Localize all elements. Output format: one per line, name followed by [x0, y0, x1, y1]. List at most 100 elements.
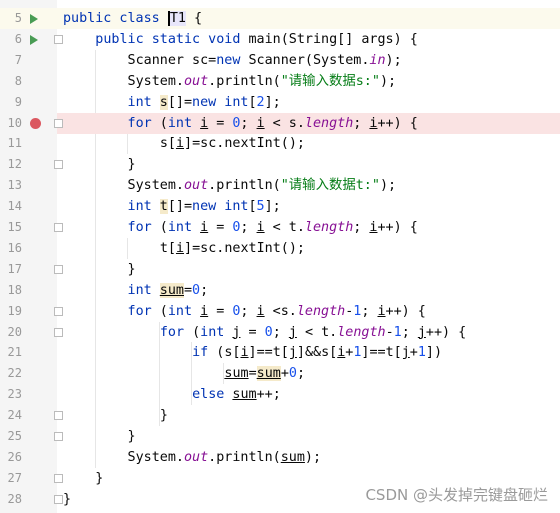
code-token: (	[192, 324, 201, 340]
code-token: t	[159, 199, 168, 215]
code-line[interactable]: 24}	[0, 405, 560, 426]
fold-icon[interactable]	[54, 432, 63, 441]
line-number: 17	[7, 261, 22, 276]
code-line[interactable]: 10 for (int i = 0; i < s.length; i++) {	[0, 112, 560, 134]
code-token: }	[127, 429, 136, 444]
code-token: System.	[127, 449, 184, 465]
fold-icon[interactable]	[54, 327, 63, 337]
code-text: for (int i = 0; i < s.length; i++) {	[128, 113, 418, 134]
code-editor[interactable]: 5 public class T1 {6 public static void ma…	[0, 0, 560, 513]
fold-icon[interactable]	[54, 264, 63, 274]
code-token: {	[185, 11, 203, 26]
code-line[interactable]: 23 else sum++;	[0, 384, 560, 405]
fold-icon[interactable]	[54, 473, 63, 483]
code-token: System.	[127, 178, 184, 194]
line-number: 19	[7, 303, 22, 318]
code-line[interactable]: 21 if (s[i]==t[j]&&s[i+1]==t[j+1])	[0, 342, 560, 363]
code-token: }	[63, 491, 72, 507]
code-line[interactable]: 12}	[0, 154, 560, 175]
code-line[interactable]: 20 for (int j = 0; j < t.length-1; j++) {	[0, 322, 560, 343]
code-token: "请输入数据s:"	[280, 73, 380, 89]
code-token: ++;	[256, 387, 281, 403]
code-token: +	[280, 366, 289, 382]
code-line[interactable]: 8 System.out.println("请输入数据s:");	[0, 71, 560, 92]
code-text: }	[95, 468, 103, 489]
code-token: .println(	[208, 73, 281, 89]
code-line[interactable]: 17}	[0, 259, 560, 280]
breakpoint-icon[interactable]	[30, 117, 41, 129]
run-icon[interactable]	[30, 34, 38, 45]
code-token: out	[183, 449, 209, 465]
code-token: );	[379, 73, 397, 89]
code-token: int	[167, 303, 201, 319]
code-token: .println(	[208, 449, 281, 465]
code-line[interactable]: 5 public class T1 {	[0, 8, 560, 29]
code-line[interactable]: 6 public static void main(String[] args) …	[0, 29, 560, 50]
code-token: s	[159, 94, 168, 110]
line-number: 27	[7, 470, 22, 485]
code-token: int	[127, 282, 160, 298]
line-number: 14	[7, 199, 22, 214]
code-token: =	[208, 220, 233, 235]
code-line[interactable]: 11 s[i]=sc.nextInt();	[0, 133, 560, 154]
code-line[interactable]: 19 for (int i = 0; i <s.length-1; i++) {	[0, 301, 560, 322]
code-token: ;	[240, 220, 257, 235]
code-line[interactable]: 15 for (int i = 0; i < t.length; i++) {	[0, 217, 560, 238]
code-line[interactable]: 18 int sum=0;	[0, 280, 560, 301]
code-line[interactable]: 7 Scanner sc=new Scanner(System.in);	[0, 50, 560, 71]
code-token: for	[127, 303, 160, 319]
code-line[interactable]: 26 System.out.println(sum);	[0, 447, 560, 468]
code-line[interactable]: 25}	[0, 426, 560, 447]
code-token: in	[369, 52, 386, 68]
code-token: int	[127, 94, 160, 110]
code-token: Scanner(System.	[240, 52, 370, 68]
code-text: for (int i = 0; i <s.length-1; i++) {	[128, 301, 426, 322]
code-line[interactable]: 13 System.out.println("请输入数据t:");	[0, 175, 560, 196]
fold-icon[interactable]	[54, 223, 63, 232]
code-text: for (int j = 0; j < t.length-1; j++) {	[160, 322, 466, 343]
code-token: }	[127, 157, 136, 173]
line-number: 20	[7, 324, 22, 339]
run-icon[interactable]	[30, 14, 38, 24]
fold-icon[interactable]	[54, 34, 63, 44]
fold-icon[interactable]	[54, 411, 63, 421]
line-number: 8	[14, 73, 22, 88]
code-token: ;	[240, 115, 257, 131]
code-token: 0	[192, 282, 201, 298]
fold-icon[interactable]	[54, 306, 63, 316]
line-number: 25	[7, 429, 22, 443]
fold-icon[interactable]	[54, 118, 63, 128]
code-text: if (s[i]==t[j]&&s[i+1]==t[j+1])	[192, 342, 442, 363]
code-text: }	[63, 489, 71, 510]
code-token: public static void	[95, 31, 249, 47]
code-line[interactable]: 14 int t[]=new int[5];	[0, 196, 560, 217]
code-token: int	[200, 324, 233, 340]
code-token: +	[409, 345, 418, 361]
code-token: ]=sc.nextInt();	[184, 240, 305, 256]
code-token: ;	[353, 115, 370, 131]
code-text: public class T1 {	[63, 8, 202, 29]
code-token: out	[183, 178, 209, 194]
code-line[interactable]: 16 t[i]=sc.nextInt();	[0, 238, 560, 259]
code-token: for	[127, 115, 160, 131]
code-token: i	[200, 115, 209, 131]
code-token: i	[256, 303, 265, 319]
code-line[interactable]: 22 sum=sum+0;	[0, 363, 560, 384]
code-token: [	[248, 94, 257, 110]
code-line[interactable]: 9 int s[]=new int[2];	[0, 92, 560, 113]
code-token: new int	[192, 199, 249, 215]
code-text: t[i]=sc.nextInt();	[160, 238, 305, 259]
line-number: 6	[14, 31, 22, 46]
fold-icon[interactable]	[54, 494, 63, 504]
code-token: out	[183, 73, 209, 89]
code-token: =	[208, 303, 233, 319]
code-token: i	[240, 345, 249, 361]
code-token: j	[288, 345, 297, 361]
code-token: ++) {	[425, 324, 467, 340]
code-token: ;	[361, 303, 378, 319]
fold-icon[interactable]	[54, 160, 63, 170]
code-token: );	[379, 178, 397, 194]
code-text: }	[160, 405, 168, 426]
code-token: length	[337, 324, 386, 340]
line-number: 23	[7, 387, 22, 402]
